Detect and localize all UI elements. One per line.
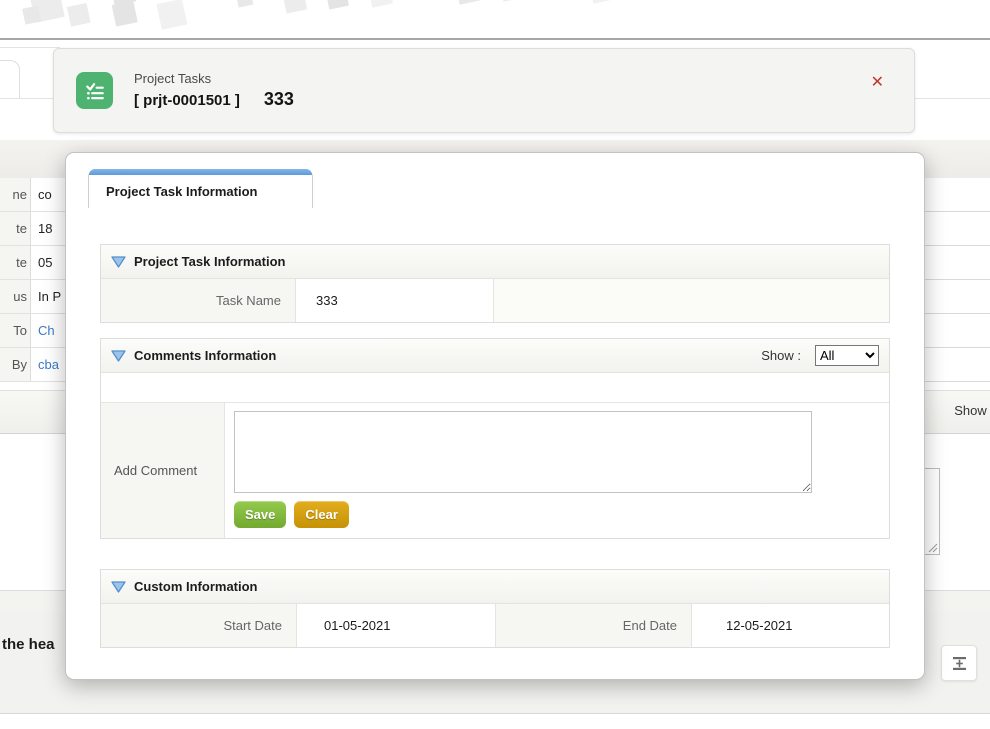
table-row: te 05 bbox=[0, 246, 66, 280]
task-modal: Project Task Information Project Task In… bbox=[65, 152, 925, 680]
section-comments-information: Comments Information Show : All Add Comm… bbox=[100, 338, 890, 539]
tab-project-task-information[interactable]: Project Task Information bbox=[88, 169, 313, 208]
section-custom-information: Custom Information Start Date 01-05-2021… bbox=[100, 569, 890, 648]
start-date-label: Start Date bbox=[101, 604, 297, 647]
add-comment-label: Add Comment bbox=[101, 403, 225, 538]
tab-label: Project Task Information bbox=[89, 175, 312, 199]
task-code: [ prjt-0001501 ] bbox=[134, 92, 240, 109]
row-label: te bbox=[0, 246, 31, 279]
section-title: Project Task Information bbox=[134, 254, 285, 269]
row-label: te bbox=[0, 212, 31, 245]
collapse-triangle-icon bbox=[111, 581, 126, 593]
vertical-align-button[interactable] bbox=[941, 645, 977, 681]
background-show-label: Show : bbox=[954, 403, 990, 418]
collapse-triangle-icon bbox=[111, 256, 126, 268]
row-value: 05 bbox=[31, 246, 66, 279]
start-date-value: 01-05-2021 bbox=[297, 604, 496, 647]
section-project-task-information: Project Task Information Task Name 333 bbox=[100, 244, 890, 323]
row-label: By bbox=[0, 348, 31, 381]
row-value: co bbox=[31, 178, 66, 211]
resize-grip-icon bbox=[927, 542, 938, 553]
table-row: By cba bbox=[0, 348, 66, 382]
task-list-icon bbox=[76, 72, 113, 109]
row-label: ne bbox=[0, 178, 31, 211]
end-date-value: 12-05-2021 bbox=[692, 604, 889, 647]
row-filler bbox=[494, 279, 889, 322]
task-name-label: Task Name bbox=[101, 279, 296, 322]
collapse-triangle-icon bbox=[111, 350, 126, 362]
table-row: te 18 bbox=[0, 212, 66, 246]
row-value-link[interactable]: Ch bbox=[31, 314, 66, 347]
table-row: To Ch bbox=[0, 314, 66, 348]
show-filter-label: Show : bbox=[761, 348, 801, 363]
page-footer bbox=[0, 713, 990, 729]
table-row: us In P bbox=[0, 280, 66, 314]
comments-empty-area bbox=[101, 373, 889, 402]
background-table-right-edge bbox=[925, 178, 990, 382]
task-header-card: Project Tasks [ prjt-0001501 ] 333 ✕ bbox=[53, 48, 915, 133]
comment-textarea[interactable] bbox=[234, 411, 812, 493]
section-header-task-info[interactable]: Project Task Information bbox=[101, 245, 889, 279]
section-title: Custom Information bbox=[134, 579, 258, 594]
field-row: Start Date 01-05-2021 End Date 12-05-202… bbox=[101, 604, 889, 647]
row-label: us bbox=[0, 280, 31, 313]
end-date-label: End Date bbox=[496, 604, 692, 647]
row-value: 18 bbox=[31, 212, 66, 245]
show-filter-select[interactable]: All bbox=[815, 345, 879, 366]
row-value-link[interactable]: cba bbox=[31, 348, 66, 381]
screen: ne co te 18 te 05 us In P To Ch By cba bbox=[0, 0, 990, 729]
task-header-text: Project Tasks [ prjt-0001501 ] 333 bbox=[134, 71, 294, 110]
close-icon[interactable]: ✕ bbox=[871, 75, 884, 91]
clear-button[interactable]: Clear bbox=[294, 501, 349, 528]
task-number: 333 bbox=[264, 89, 294, 110]
background-tab-outline bbox=[0, 60, 20, 99]
add-comment-row: Add Comment Save Clear bbox=[101, 402, 889, 538]
field-row: Task Name 333 bbox=[101, 279, 889, 322]
background-partial-text: the hea bbox=[2, 636, 55, 653]
section-title: Comments Information bbox=[134, 348, 276, 363]
section-header-custom[interactable]: Custom Information bbox=[101, 570, 889, 604]
task-title: Project Tasks bbox=[134, 71, 294, 86]
vertical-align-icon bbox=[951, 655, 968, 672]
table-row: ne co bbox=[0, 178, 66, 212]
save-button[interactable]: Save bbox=[234, 501, 286, 528]
background-detail-table: ne co te 18 te 05 us In P To Ch By cba bbox=[0, 178, 66, 382]
row-label: To bbox=[0, 314, 31, 347]
section-header-comments[interactable]: Comments Information Show : All bbox=[101, 339, 889, 373]
task-name-value: 333 bbox=[296, 279, 494, 322]
background-divider bbox=[0, 47, 60, 48]
row-value: In P bbox=[31, 280, 66, 313]
